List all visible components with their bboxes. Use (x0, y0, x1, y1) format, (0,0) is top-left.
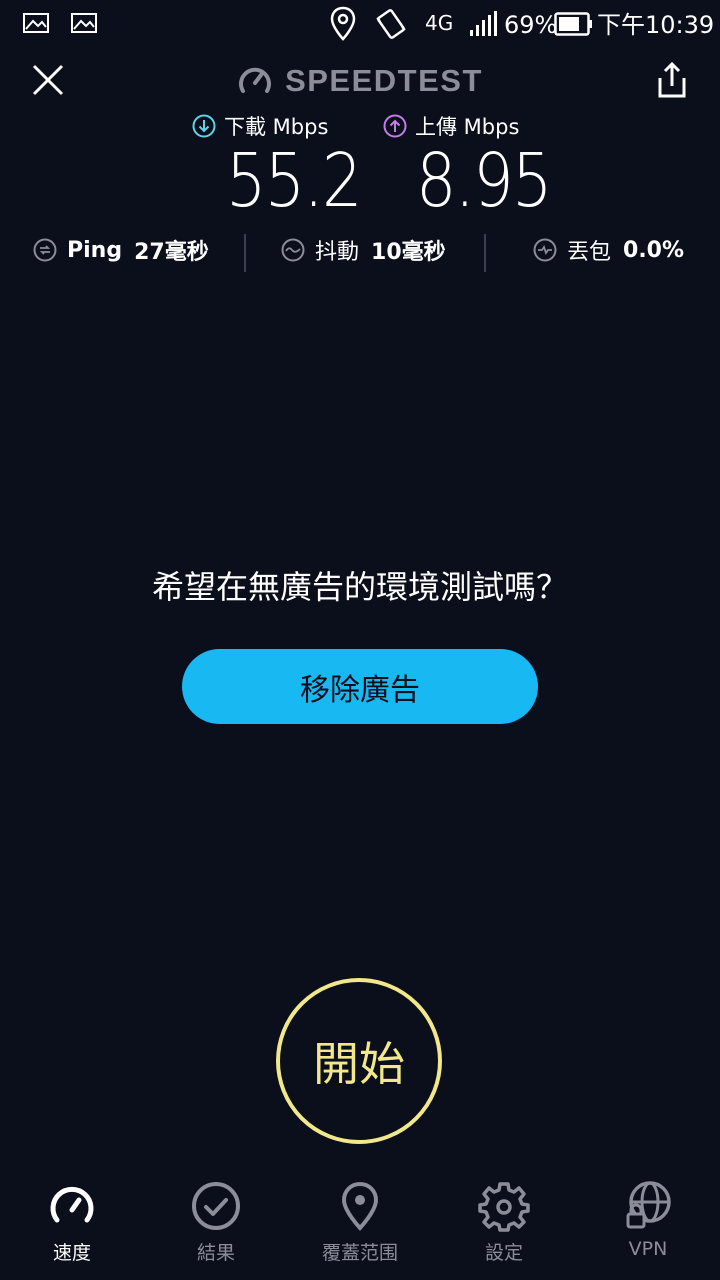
packet-loss-metric: 丟包 0.0% (533, 232, 684, 268)
upload-value: 8.95 (416, 138, 553, 224)
nav-vpn-label: VPN (628, 1238, 668, 1260)
metric-divider (484, 234, 486, 272)
packet-loss-label: 丟包 (567, 240, 612, 265)
signal-icon (470, 11, 497, 36)
jitter-metric: 抖動 10毫秒 (281, 232, 446, 268)
gear-icon (478, 1182, 530, 1232)
vpn-globe-lock-icon (626, 1181, 671, 1229)
brand-header: SPEEDTEST (0, 60, 720, 102)
map-pin-icon (341, 1181, 379, 1231)
speedtest-logo-icon (239, 67, 272, 93)
ping-label: Ping (67, 237, 123, 263)
metric-divider (244, 234, 246, 272)
ping-value: 27毫秒 (134, 240, 209, 265)
jitter-value: 10毫秒 (371, 240, 446, 265)
nav-coverage-label: 覆蓋范围 (321, 1242, 398, 1264)
ping-icon (33, 238, 57, 262)
download-value: 55.2 (226, 138, 363, 224)
nav-speed[interactable]: 速度 (12, 1180, 132, 1270)
upload-label-text: 上傳 Mbps (415, 115, 520, 139)
nav-results-label: 結果 (196, 1242, 235, 1264)
nav-results[interactable]: 結果 (156, 1180, 276, 1270)
brand-name: SPEEDTEST (285, 63, 483, 98)
packet-loss-icon (533, 238, 557, 262)
ping-metric: Ping 27毫秒 (33, 232, 209, 268)
share-button[interactable] (652, 60, 692, 100)
packet-loss-value: 0.0% (623, 237, 685, 263)
network-type: 4G (425, 11, 454, 35)
check-circle-icon (192, 1182, 240, 1230)
nav-coverage[interactable]: 覆蓋范围 (300, 1180, 420, 1270)
clock: 下午10:39 (597, 11, 715, 39)
location-icon (330, 6, 356, 41)
gallery-notification-icon (23, 13, 49, 33)
jitter-icon (281, 238, 305, 262)
remove-ads-button[interactable]: 移除廣告 (182, 649, 538, 724)
status-bar: 4G 69% 下午10:39 (0, 0, 720, 50)
battery-percent: 69% (504, 11, 558, 39)
nav-speed-label: 速度 (52, 1242, 91, 1264)
speedometer-icon (50, 1186, 94, 1223)
nav-settings[interactable]: 設定 (444, 1180, 564, 1270)
ad-free-question: 希望在無廣告的環境測試嗎？ (151, 568, 568, 606)
gallery-notification-icon (71, 13, 97, 33)
jitter-label: 抖動 (315, 240, 360, 265)
download-arrow-icon (192, 114, 216, 138)
nav-settings-label: 設定 (484, 1242, 523, 1264)
upload-arrow-icon (383, 114, 407, 138)
vibrate-icon (376, 9, 406, 39)
download-label-text: 下載 Mbps (224, 115, 329, 139)
nav-vpn[interactable]: VPN (588, 1180, 708, 1270)
start-button[interactable]: 開始 (276, 978, 442, 1144)
battery-icon (554, 12, 592, 36)
